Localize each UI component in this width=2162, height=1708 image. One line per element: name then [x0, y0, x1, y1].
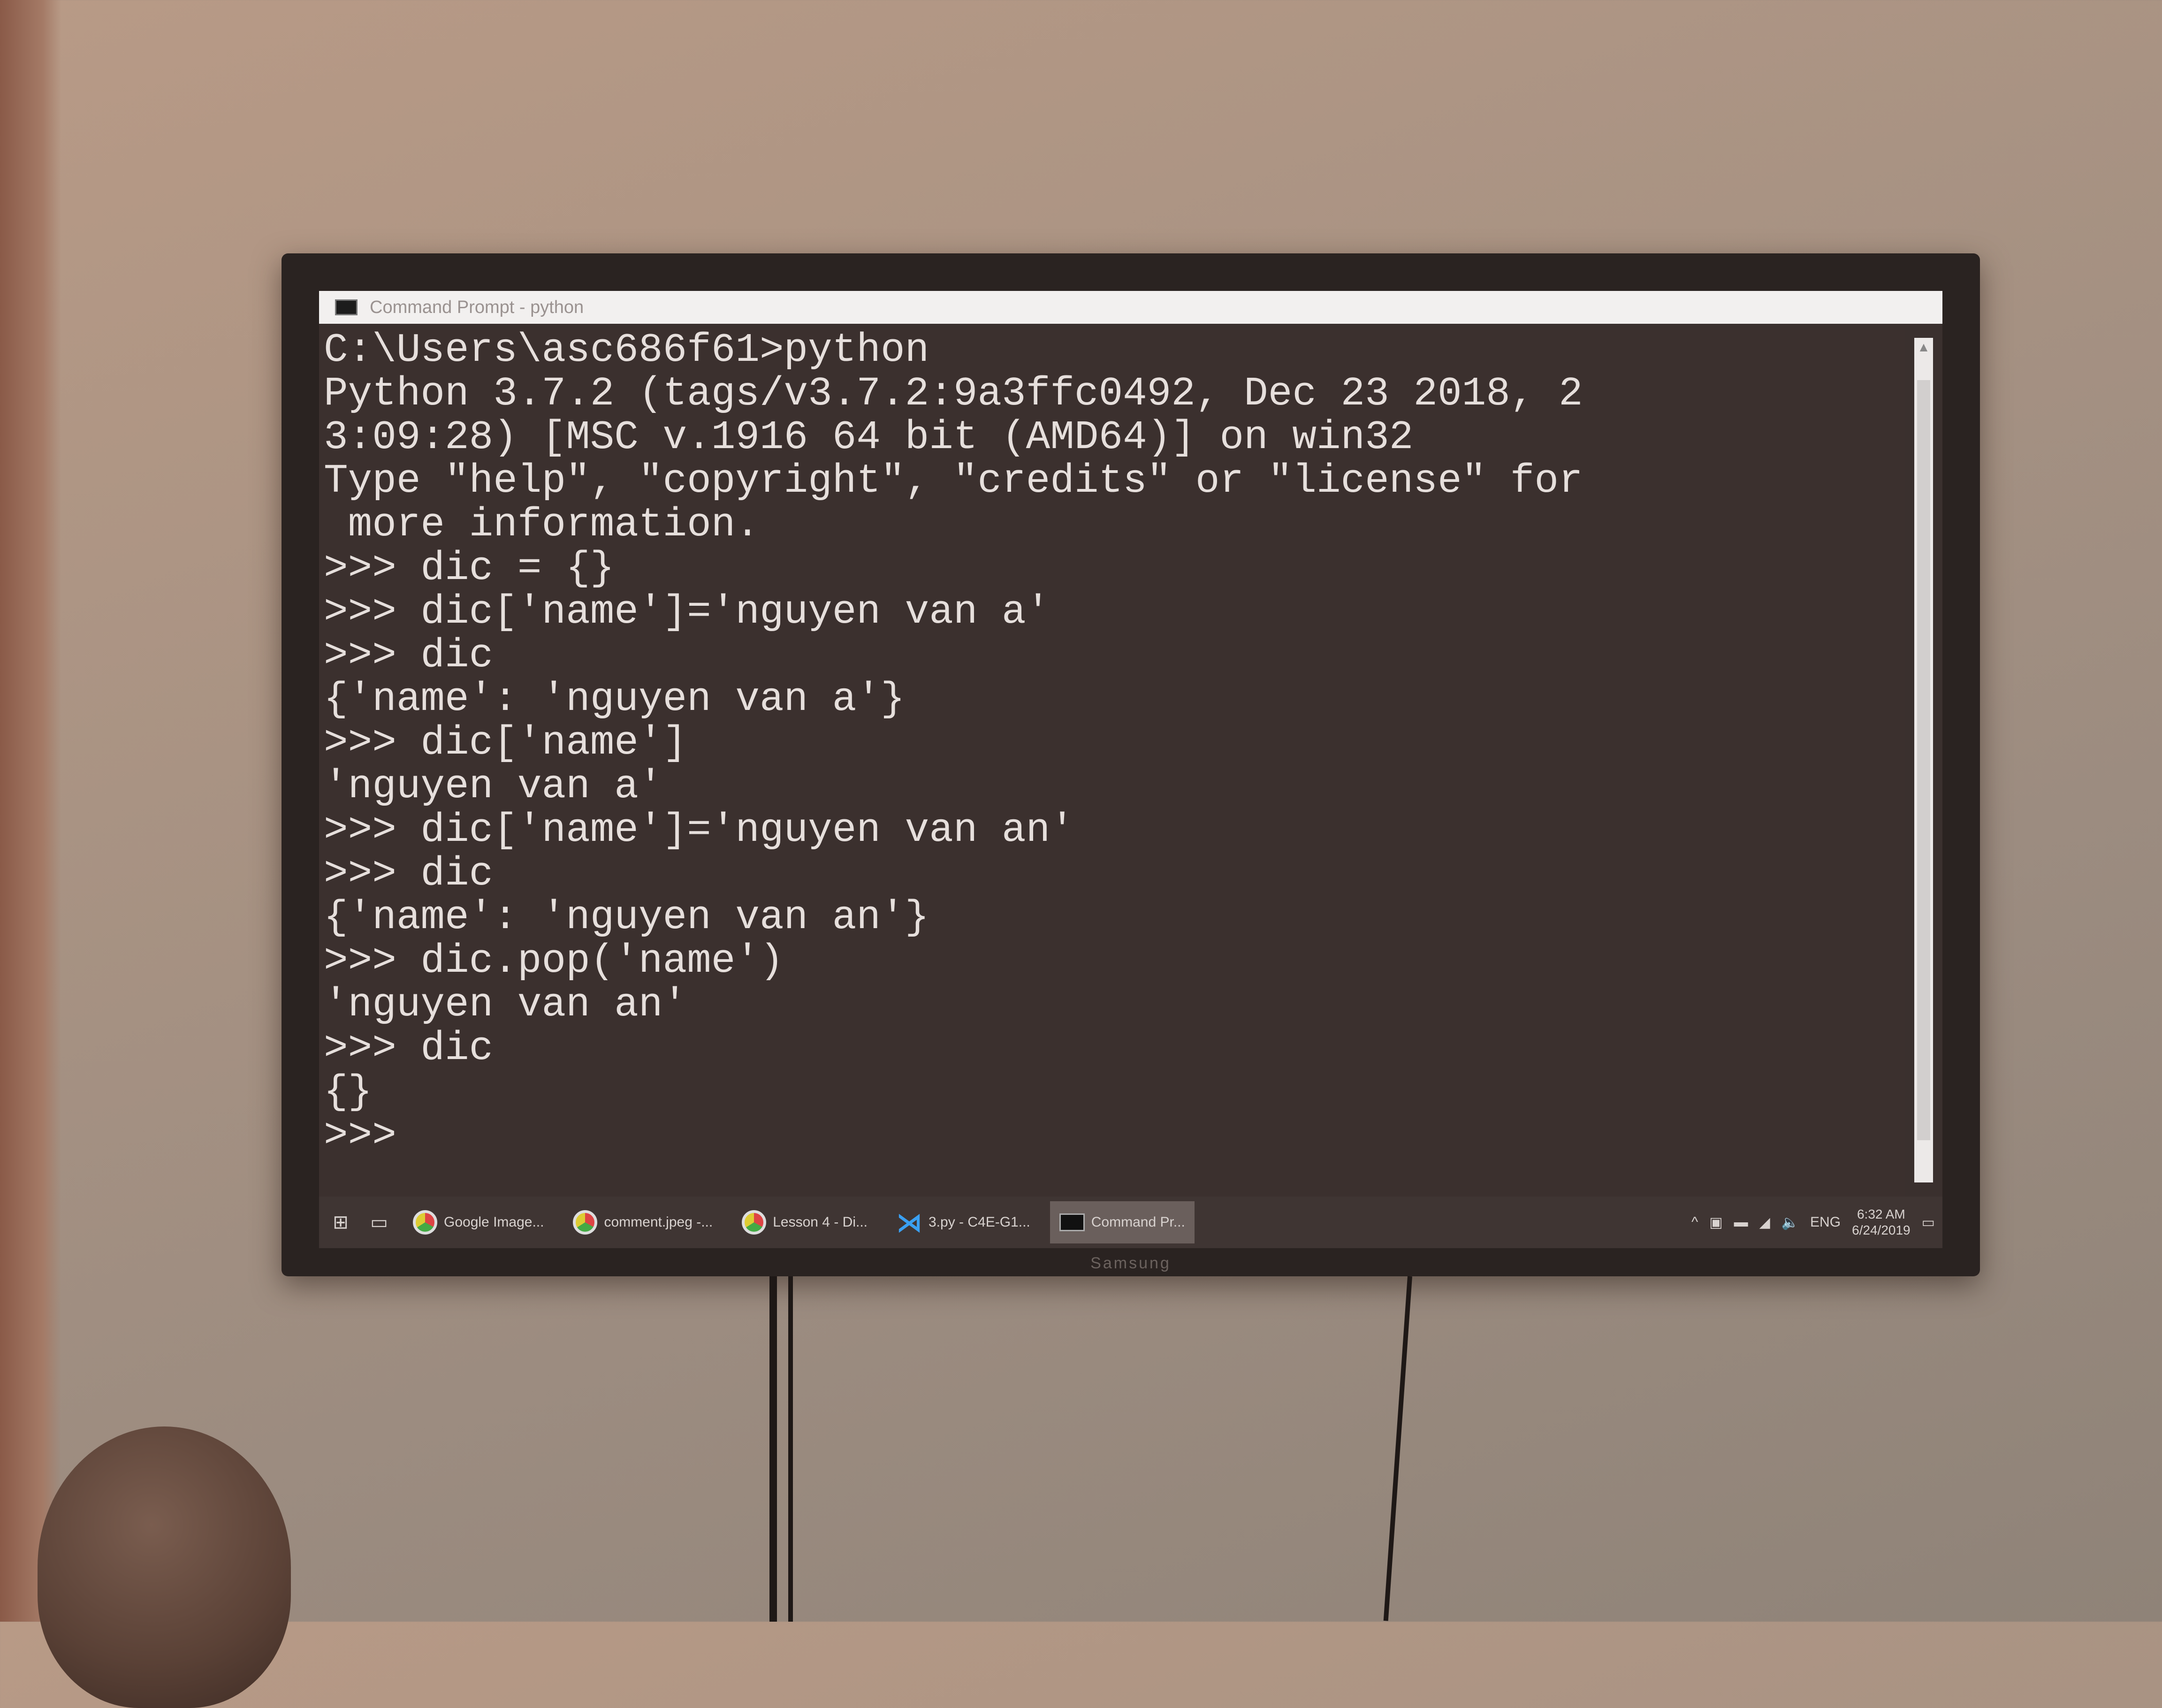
volume-icon[interactable]: 🔈 [1781, 1214, 1799, 1231]
console-line: Type "help", "copyright", "credits" or "… [324, 458, 1583, 504]
network-icon[interactable]: ◢ [1759, 1214, 1770, 1231]
chevron-up-icon[interactable]: ^ [1691, 1214, 1698, 1230]
console-line: {} [324, 1069, 373, 1115]
taskbar-app-label: Lesson 4 - Di... [773, 1214, 868, 1230]
console-line: >>> dic [324, 633, 494, 679]
console-line: >>> dic['name']='nguyen van an' [324, 807, 1074, 853]
desktop-screen: Command Prompt - python C:\Users\asc686f… [319, 291, 1942, 1248]
wall-edge [0, 0, 61, 1622]
console-line: 3:09:28) [MSC v.1916 64 bit (AMD64)] on … [324, 414, 1414, 460]
chrome-icon [742, 1210, 767, 1235]
console-line: >>> dic [324, 851, 494, 897]
taskbar-app-command-prompt[interactable]: Command Pr... [1050, 1201, 1195, 1243]
chrome-icon [573, 1210, 598, 1235]
command-prompt-icon [335, 299, 358, 315]
console-line: Python 3.7.2 (tags/v3.7.2:9a3ffc0492, De… [324, 371, 1583, 417]
scroll-up-arrow-icon[interactable]: ▲ [1914, 338, 1933, 357]
windows-start-icon[interactable]: ⊞ [327, 1211, 355, 1234]
action-icon[interactable]: ▣ [1709, 1214, 1722, 1231]
taskbar-clock[interactable]: 6:32 AM 6/24/2019 [1852, 1206, 1911, 1238]
console-line: more information. [324, 502, 760, 548]
tv-brand-logo: Samsung [1090, 1254, 1171, 1272]
system-tray: ^ ▣ ▬ ◢ 🔈 ENG 6:32 AM 6/24/2019 ▭ [1691, 1206, 1935, 1238]
language-indicator[interactable]: ENG [1810, 1214, 1841, 1230]
taskbar-app-comment-jpeg[interactable]: comment.jpeg -... [563, 1201, 722, 1243]
folder-icon[interactable]: ▬ [1734, 1214, 1748, 1230]
scrollbar-thumb[interactable] [1917, 380, 1930, 1140]
console-prompt-line[interactable]: >>> [319, 1114, 1905, 1158]
console-line: C:\Users\asc686f61>python [324, 328, 929, 373]
tv-cable [769, 1276, 777, 1622]
tv-monitor: Command Prompt - python C:\Users\asc686f… [282, 253, 1980, 1276]
taskbar-app-lesson-4[interactable]: Lesson 4 - Di... [732, 1201, 877, 1243]
console-line: 'nguyen van an' [324, 982, 687, 1028]
taskbar-app-label: comment.jpeg -... [604, 1214, 713, 1230]
clock-time: 6:32 AM [1857, 1207, 1905, 1221]
person-head [38, 1426, 291, 1708]
taskbar-app-vscode[interactable]: ⋊ 3.py - C4E-G1... [887, 1201, 1040, 1243]
console-line: >>> dic [324, 1025, 494, 1071]
window-titlebar[interactable]: Command Prompt - python [319, 291, 1942, 324]
cmd-icon [1059, 1213, 1085, 1231]
chrome-icon [413, 1210, 437, 1235]
console-line: >>> dic['name']='nguyen van a' [324, 589, 1051, 635]
taskbar: ⊞ ▭ Google Image... comment.jpeg -... Le… [319, 1197, 1942, 1248]
tv-cable [1383, 1276, 1412, 1621]
file-explorer-icon[interactable]: ▭ [365, 1211, 393, 1234]
console-line: >>> dic = {} [324, 545, 615, 591]
clock-date: 6/24/2019 [1852, 1223, 1911, 1237]
taskbar-app-label: 3.py - C4E-G1... [929, 1214, 1030, 1230]
console-line: 'nguyen van a' [324, 763, 663, 809]
console-line: >>> dic['name'] [324, 720, 687, 766]
console-scrollbar[interactable]: ▲ [1914, 338, 1933, 1182]
console-output[interactable]: C:\Users\asc686f61>python Python 3.7.2 (… [319, 328, 1905, 1201]
taskbar-app-label: Command Pr... [1091, 1214, 1185, 1230]
taskbar-app-label: Google Image... [444, 1214, 544, 1230]
notifications-icon[interactable]: ▭ [1922, 1214, 1935, 1231]
taskbar-app-google-images[interactable]: Google Image... [403, 1201, 553, 1243]
console-line: {'name': 'nguyen van an'} [324, 894, 929, 940]
window-title: Command Prompt - python [370, 297, 584, 317]
console-line: >>> dic.pop('name') [324, 938, 784, 984]
tv-cable [788, 1276, 793, 1622]
vscode-icon: ⋊ [897, 1208, 922, 1237]
console-line: {'name': 'nguyen van a'} [324, 676, 905, 722]
